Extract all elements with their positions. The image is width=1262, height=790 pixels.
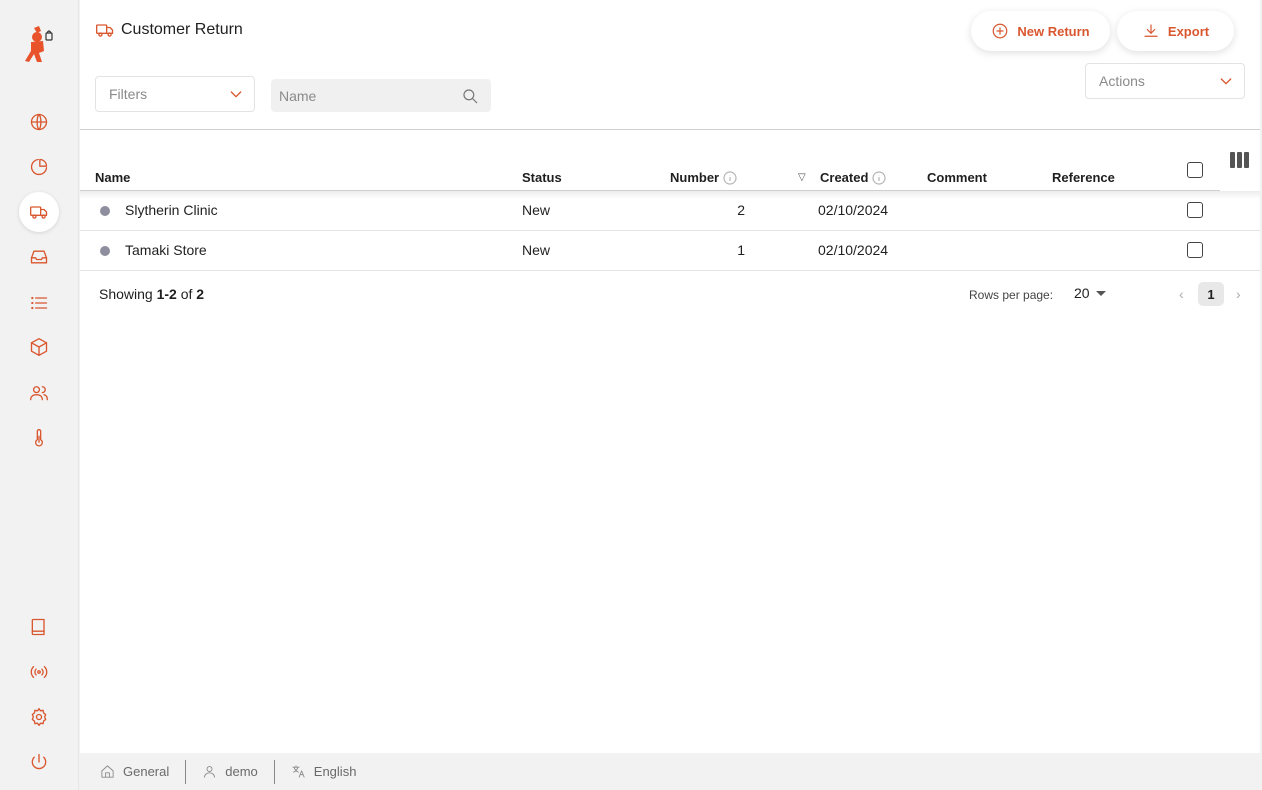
column-header-comment[interactable]: Comment <box>927 170 987 185</box>
column-header-created[interactable]: Created <box>820 170 887 185</box>
nav-dashboard[interactable] <box>19 147 59 187</box>
sidebar <box>0 0 79 790</box>
search-input[interactable] <box>271 79 451 112</box>
truck-icon <box>29 206 48 219</box>
nav-broadcast[interactable] <box>19 652 59 692</box>
search-box <box>271 79 491 112</box>
language-item[interactable]: English <box>291 764 373 779</box>
next-page-button[interactable]: › <box>1236 286 1241 302</box>
inbox-icon <box>30 250 48 264</box>
actions-label: Actions <box>1099 73 1145 89</box>
row-checkbox[interactable] <box>1187 242 1203 258</box>
thermometer-icon <box>35 429 43 447</box>
power-icon <box>31 753 47 770</box>
user-item[interactable]: demo <box>202 764 274 779</box>
broadcast-icon <box>30 665 48 679</box>
chevron-down-icon <box>230 91 242 98</box>
page-header: Customer Return <box>95 20 243 40</box>
globe-icon <box>30 113 48 131</box>
nav-globe[interactable] <box>19 102 59 142</box>
plus-circle-icon <box>993 23 1008 39</box>
main-panel: Customer Return New Return Export Filter… <box>80 0 1260 753</box>
nav-users[interactable] <box>19 373 59 413</box>
rows-per-page-label: Rows per page: <box>969 288 1054 302</box>
caret-down-icon <box>1095 290 1106 296</box>
nav-products[interactable] <box>19 327 59 367</box>
info-icon[interactable] <box>872 170 887 185</box>
toolbar-divider <box>80 129 1260 130</box>
nav-customer-return[interactable] <box>19 192 59 232</box>
new-return-label: New Return <box>1017 23 1090 39</box>
home-icon <box>101 765 114 778</box>
row-created: 02/10/2024 <box>818 202 889 218</box>
row-status: New <box>522 202 551 218</box>
row-created: 02/10/2024 <box>818 242 889 258</box>
row-number: 1 <box>737 242 745 258</box>
nav-temperature[interactable] <box>19 418 59 458</box>
nav-docs[interactable] <box>19 607 59 647</box>
list-icon <box>31 296 48 310</box>
gear-icon <box>31 708 47 726</box>
users-icon <box>30 386 48 401</box>
columns-icon[interactable] <box>1230 152 1249 168</box>
chevron-down-icon <box>1220 78 1232 85</box>
info-icon[interactable] <box>723 170 737 185</box>
table-row[interactable]: Tamaki Store New 1 02/10/2024 <box>80 231 1260 271</box>
brand-logo[interactable] <box>22 24 56 66</box>
workspace-item[interactable]: General <box>100 764 185 779</box>
column-header-name[interactable]: Name <box>95 170 130 185</box>
rows-per-page-select[interactable]: 20 <box>1074 285 1106 301</box>
actions-dropdown[interactable]: Actions <box>1085 63 1245 99</box>
column-header-number[interactable]: Number <box>670 170 737 185</box>
page-title: Customer Return <box>121 21 243 38</box>
prev-page-button[interactable]: ‹ <box>1179 286 1184 302</box>
row-name: Slytherin Clinic <box>125 202 218 218</box>
row-checkbox[interactable] <box>1187 202 1203 218</box>
new-return-button[interactable]: New Return <box>971 11 1110 51</box>
sort-desc-icon[interactable]: ▽ <box>798 172 806 183</box>
export-button[interactable]: Export <box>1117 11 1234 51</box>
nav-logout[interactable] <box>19 742 59 782</box>
row-name: Tamaki Store <box>125 242 207 258</box>
status-dot <box>100 206 110 216</box>
table-row[interactable]: Slytherin Clinic New 2 02/10/2024 <box>80 191 1260 231</box>
status-bar: General demo English <box>80 753 1260 790</box>
book-icon <box>31 618 45 636</box>
footer-divider <box>185 759 187 784</box>
nav-inbox[interactable] <box>19 237 59 277</box>
nav-settings[interactable] <box>19 697 59 737</box>
search-icon[interactable] <box>461 87 479 105</box>
showing-count: Showing 1-2 of 2 <box>99 286 205 302</box>
filters-dropdown[interactable]: Filters <box>95 76 255 112</box>
row-number: 2 <box>737 202 745 218</box>
footer-divider <box>273 759 275 784</box>
page-button-current[interactable]: 1 <box>1198 282 1224 306</box>
translate-icon <box>292 765 305 778</box>
row-status: New <box>522 242 551 258</box>
select-all-checkbox[interactable] <box>1187 162 1203 178</box>
user-icon <box>204 766 216 778</box>
export-label: Export <box>1167 23 1210 39</box>
truck-icon <box>96 24 114 37</box>
status-dot <box>100 246 110 256</box>
column-header-status[interactable]: Status <box>522 170 562 185</box>
filters-label: Filters <box>109 86 148 102</box>
pie-chart-icon <box>30 158 48 176</box>
package-icon <box>30 338 48 356</box>
download-icon <box>1144 24 1158 37</box>
column-header-reference[interactable]: Reference <box>1052 170 1115 185</box>
nav-list[interactable] <box>19 283 59 323</box>
app-window: Customer Return New Return Export Filter… <box>0 0 1262 790</box>
